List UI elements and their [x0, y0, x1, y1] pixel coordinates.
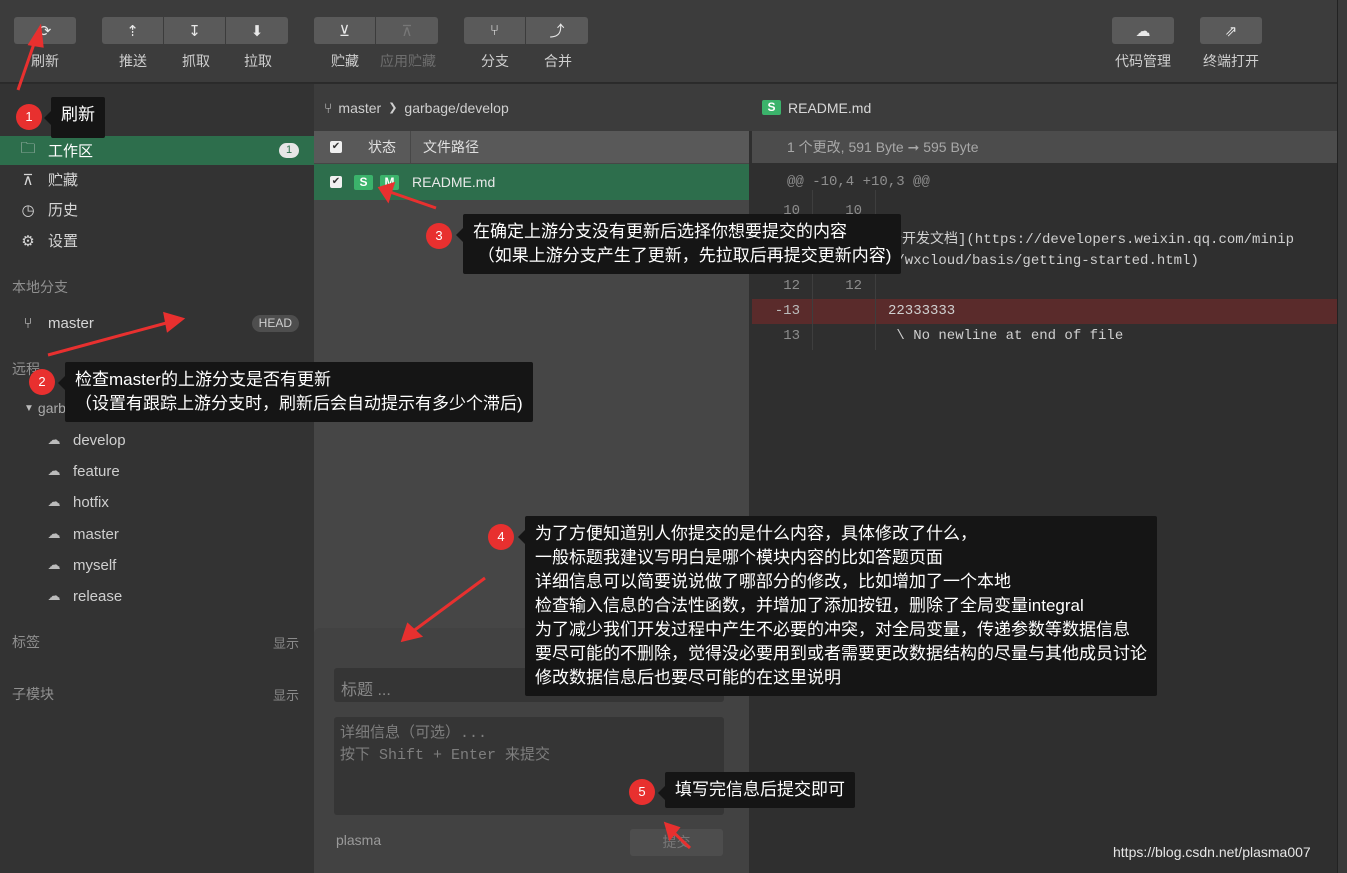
- arrow-1-head: [27, 23, 44, 48]
- watermark: https://blog.csdn.net/plasma007: [1113, 844, 1311, 860]
- arrow-3-head: [377, 181, 396, 204]
- arrow-2: [47, 320, 171, 357]
- callout-1: 刷新: [44, 97, 105, 138]
- marker-5: 5: [629, 779, 655, 805]
- marker-2: 2: [29, 369, 55, 395]
- marker-4: 4: [488, 524, 514, 550]
- marker-1: 1: [16, 104, 42, 130]
- annotation-arrows: [16, 23, 692, 850]
- callout-4: 为了方便知道别人你提交的是什么内容，具体修改了什么， 一般标题我建议写明白是哪个…: [518, 516, 1157, 696]
- arrow-2-head: [163, 311, 186, 333]
- callout-5: 填写完信息后提交即可: [658, 772, 855, 808]
- marker-3: 3: [426, 223, 452, 249]
- arrow-3: [389, 190, 437, 210]
- callout-2: 检查master的上游分支是否有更新 （设置有跟踪上游分支时，刷新后会自动提示有…: [58, 362, 533, 422]
- arrow-4: [411, 576, 486, 634]
- callout-3: 在确定上游分支没有更新后选择你想要提交的内容 （如果上游分支产生了更新，先拉取后…: [455, 214, 902, 274]
